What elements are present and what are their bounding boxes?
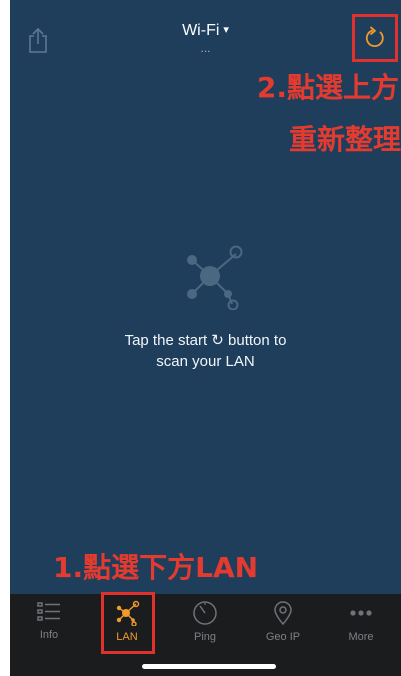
- app-screen: Wi-Fi ▾ ... 2.點選上方 重新整理 Tap the start ↻ …: [10, 0, 401, 676]
- title-text: Wi-Fi: [182, 22, 220, 39]
- gauge-icon: [193, 601, 217, 625]
- network-nodes-icon: [180, 240, 244, 311]
- empty-state-line2: scan your LAN: [156, 353, 255, 370]
- more-dots-icon: [350, 610, 372, 616]
- tab-ping-label: Ping: [193, 631, 217, 643]
- page-title[interactable]: Wi-Fi ▾: [182, 22, 229, 40]
- tab-geo-ip-label: Geo IP: [265, 631, 301, 643]
- refresh-icon: [365, 26, 384, 47]
- tab-info-label: Info: [39, 629, 59, 641]
- list-icon: [37, 602, 60, 621]
- home-indicator[interactable]: [142, 664, 276, 669]
- empty-state-message: Tap the start ↻ button to scan your LAN: [10, 330, 401, 372]
- network-selector[interactable]: Wi-Fi ▾ ...: [10, 22, 401, 55]
- tab-ping[interactable]: Ping: [166, 594, 244, 654]
- tab-info[interactable]: Info: [10, 594, 88, 654]
- network-subtitle: ...: [200, 41, 211, 55]
- tab-geo-ip[interactable]: Geo IP: [244, 594, 322, 654]
- location-pin-icon: [274, 601, 292, 626]
- chevron-down-icon: ▾: [223, 24, 229, 36]
- annotation-refresh-line2: 重新整理: [288, 123, 401, 156]
- lan-tab-highlight: [101, 592, 155, 654]
- tab-more[interactable]: More: [322, 594, 400, 654]
- tab-more-label: More: [348, 631, 374, 643]
- refresh-button[interactable]: [352, 14, 398, 62]
- empty-state-line1: Tap the start ↻ button to: [124, 332, 287, 349]
- annotation-lan: 1.點選下方LAN: [53, 551, 259, 584]
- annotation-refresh-line1: 2.點選上方: [256, 71, 399, 104]
